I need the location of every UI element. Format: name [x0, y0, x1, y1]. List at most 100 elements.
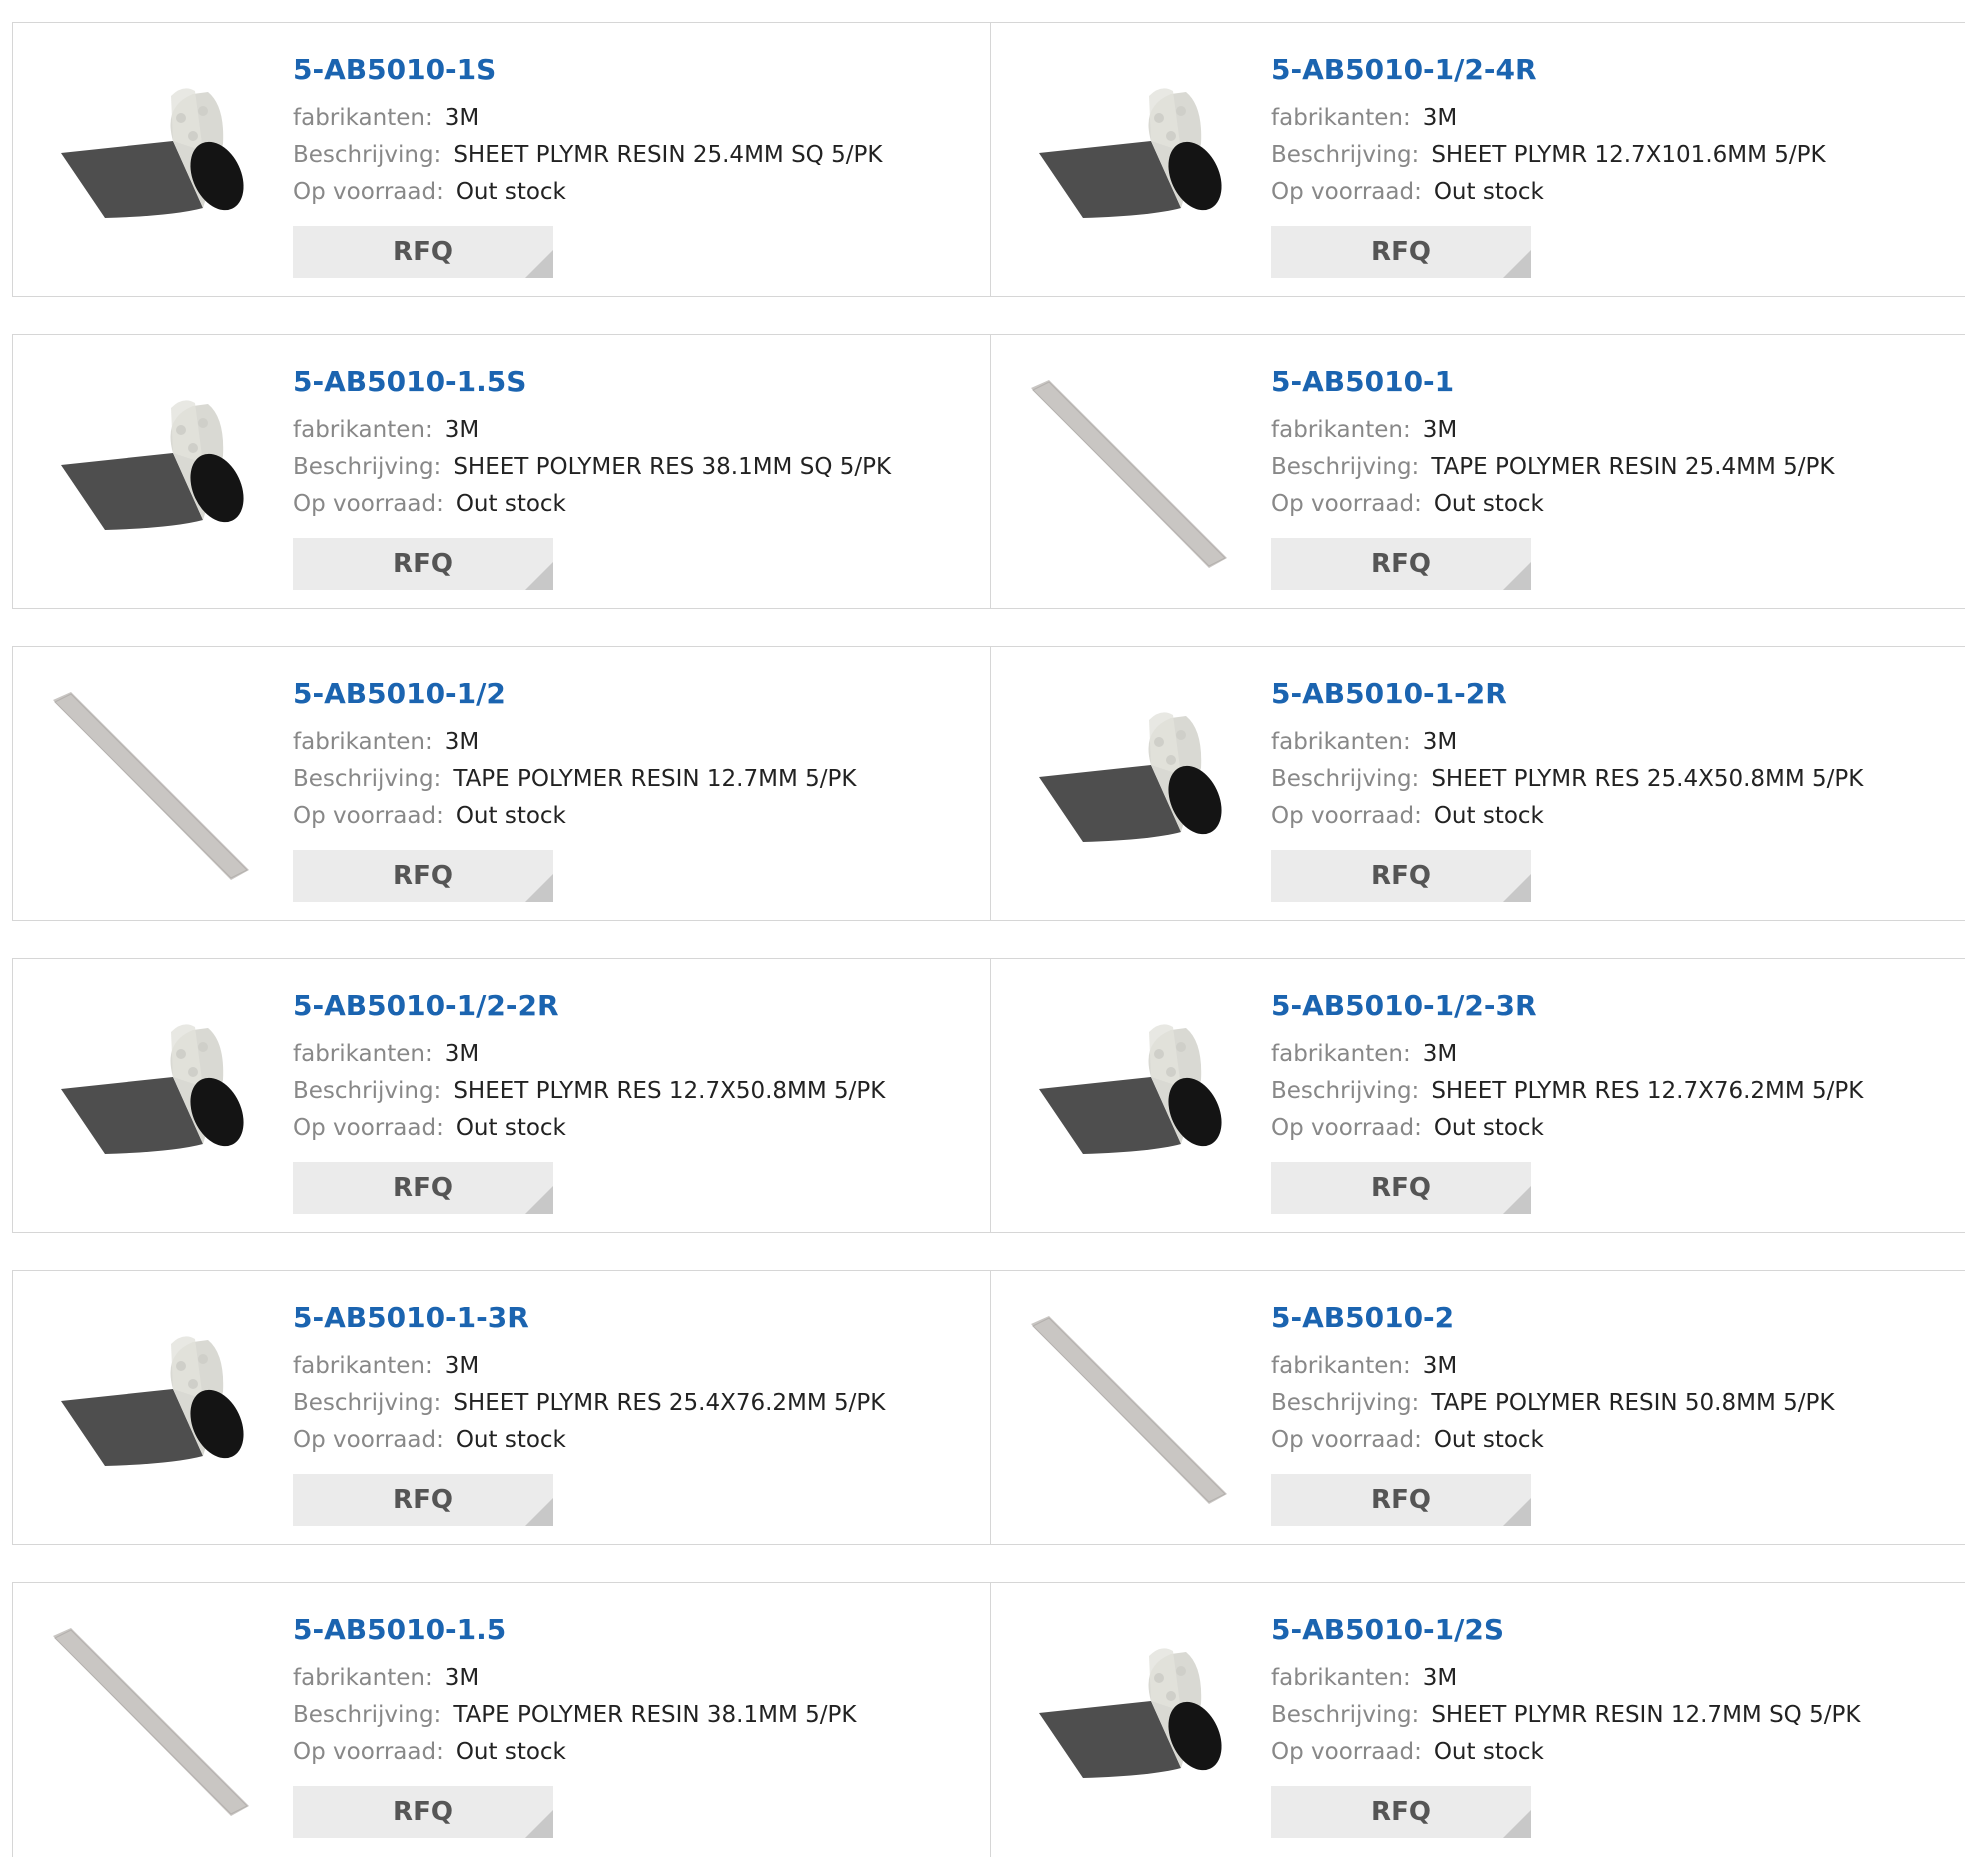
manufacturer-row: fabrikanten: 3M — [1271, 1041, 1457, 1067]
stock-row: Op voorraad: Out stock — [293, 803, 566, 829]
description-row: Beschrijving: TAPE POLYMER RESIN 12.7MM 5… — [293, 766, 856, 792]
rfq-button[interactable]: RFQ — [293, 1474, 553, 1526]
rfq-button-label: RFQ — [1371, 1797, 1431, 1827]
manufacturer-row: fabrikanten: 3M — [1271, 1665, 1457, 1691]
description-label: Beschrijving: — [1271, 454, 1420, 480]
product-card: 5-AB5010-1.5 fabrikanten: 3M Beschrijving: T… — [13, 1583, 989, 1857]
rfq-button[interactable]: RFQ — [1271, 1786, 1531, 1838]
corner-triangle-icon — [525, 1810, 553, 1838]
corner-triangle-icon — [525, 874, 553, 902]
part-number-link[interactable]: 5-AB5010-1.5S — [293, 365, 526, 398]
description-value: SHEET PLYMR RESIN 25.4MM SQ 5/PK — [453, 142, 883, 168]
product-image[interactable] — [53, 680, 257, 884]
part-number-link[interactable]: 5-AB5010-1.5 — [293, 1613, 506, 1646]
stock-row: Op voorraad: Out stock — [1271, 1115, 1544, 1141]
corner-triangle-icon — [1503, 1498, 1531, 1526]
part-number-link[interactable]: 5-AB5010-1/2-4R — [1271, 53, 1537, 86]
product-image[interactable] — [53, 368, 257, 572]
manufacturer-row: fabrikanten: 3M — [293, 1665, 479, 1691]
rfq-button-label: RFQ — [393, 237, 453, 267]
product-image[interactable] — [53, 1304, 257, 1508]
part-number-link[interactable]: 5-AB5010-1/2S — [1271, 1613, 1504, 1646]
product-image[interactable] — [1031, 1616, 1235, 1820]
corner-triangle-icon — [1503, 1186, 1531, 1214]
stock-label: Op voorraad: — [1271, 1115, 1422, 1141]
description-label: Beschrijving: — [293, 1702, 442, 1728]
stock-label: Op voorraad: — [1271, 803, 1422, 829]
manufacturer-label: fabrikanten: — [293, 1041, 433, 1067]
manufacturer-value: 3M — [1422, 105, 1458, 131]
product-image[interactable] — [53, 992, 257, 1196]
rfq-button[interactable]: RFQ — [293, 1786, 553, 1838]
product-image[interactable] — [1031, 1304, 1235, 1508]
part-number-link[interactable]: 5-AB5010-1 — [1271, 365, 1454, 398]
rfq-button[interactable]: RFQ — [293, 538, 553, 590]
part-number-link[interactable]: 5-AB5010-1-3R — [293, 1301, 529, 1334]
rfq-button-label: RFQ — [1371, 237, 1431, 267]
description-row: Beschrijving: TAPE POLYMER RESIN 38.1MM 5… — [293, 1702, 856, 1728]
part-number-link[interactable]: 5-AB5010-1-2R — [1271, 677, 1507, 710]
part-number-link[interactable]: 5-AB5010-1/2-2R — [293, 989, 559, 1022]
manufacturer-value: 3M — [1422, 417, 1458, 443]
manufacturer-label: fabrikanten: — [1271, 1665, 1411, 1691]
manufacturer-value: 3M — [444, 105, 480, 131]
manufacturer-row: fabrikanten: 3M — [293, 105, 479, 131]
description-label: Beschrijving: — [293, 1390, 442, 1416]
product-image[interactable] — [53, 1616, 257, 1820]
stock-value: Out stock — [1433, 491, 1544, 517]
stock-value: Out stock — [455, 803, 566, 829]
corner-triangle-icon — [525, 562, 553, 590]
rfq-button[interactable]: RFQ — [293, 1162, 553, 1214]
description-label: Beschrijving: — [1271, 766, 1420, 792]
product-image[interactable] — [53, 56, 257, 260]
corner-triangle-icon — [525, 1498, 553, 1526]
product-card: 5-AB5010-1-3R fabrikanten: 3M Beschrijving:… — [13, 1271, 989, 1544]
part-number-link[interactable]: 5-AB5010-1/2 — [293, 677, 506, 710]
description-label: Beschrijving: — [1271, 1702, 1420, 1728]
description-value: SHEET PLYMR RES 12.7X76.2MM 5/PK — [1431, 1078, 1864, 1104]
rfq-button[interactable]: RFQ — [293, 850, 553, 902]
manufacturer-value: 3M — [444, 1041, 480, 1067]
part-number-link[interactable]: 5-AB5010-1/2-3R — [1271, 989, 1537, 1022]
stock-row: Op voorraad: Out stock — [293, 1115, 566, 1141]
stock-label: Op voorraad: — [293, 491, 444, 517]
part-number-link[interactable]: 5-AB5010-2 — [1271, 1301, 1454, 1334]
rfq-button-label: RFQ — [393, 1173, 453, 1203]
description-value: TAPE POLYMER RESIN 38.1MM 5/PK — [453, 1702, 857, 1728]
stock-row: Op voorraad: Out stock — [293, 179, 566, 205]
stock-label: Op voorraad: — [1271, 179, 1422, 205]
rfq-button[interactable]: RFQ — [1271, 538, 1531, 590]
rfq-button-label: RFQ — [1371, 1485, 1431, 1515]
stock-label: Op voorraad: — [293, 1427, 444, 1453]
product-row: 5-AB5010-1-3R fabrikanten: 3M Beschrijving:… — [12, 1270, 1965, 1545]
corner-triangle-icon — [525, 250, 553, 278]
stock-value: Out stock — [1433, 1115, 1544, 1141]
description-row: Beschrijving: SHEET PLYMR RES 12.7X50.8MM… — [293, 1078, 885, 1104]
stock-label: Op voorraad: — [1271, 1739, 1422, 1765]
rfq-button[interactable]: RFQ — [1271, 226, 1531, 278]
manufacturer-label: fabrikanten: — [293, 417, 433, 443]
description-row: Beschrijving: SHEET PLYMR 12.7X101.6MM 5/… — [1271, 142, 1826, 168]
product-image[interactable] — [1031, 368, 1235, 572]
description-value: SHEET PLYMR RES 25.4X76.2MM 5/PK — [453, 1390, 886, 1416]
rfq-button[interactable]: RFQ — [1271, 850, 1531, 902]
product-image[interactable] — [1031, 680, 1235, 884]
description-value: SHEET PLYMR RES 12.7X50.8MM 5/PK — [453, 1078, 886, 1104]
description-row: Beschrijving: SHEET PLYMR RES 25.4X76.2MM… — [293, 1390, 885, 1416]
product-image[interactable] — [1031, 992, 1235, 1196]
description-value: SHEET PLYMR 12.7X101.6MM 5/PK — [1431, 142, 1826, 168]
description-row: Beschrijving: SHEET PLYMR RES 12.7X76.2MM… — [1271, 1078, 1863, 1104]
stock-value: Out stock — [455, 491, 566, 517]
part-number-link[interactable]: 5-AB5010-1S — [293, 53, 496, 86]
manufacturer-label: fabrikanten: — [293, 1353, 433, 1379]
rfq-button[interactable]: RFQ — [1271, 1162, 1531, 1214]
description-row: Beschrijving: SHEET PLYMR RES 25.4X50.8MM… — [1271, 766, 1863, 792]
product-card: 5-AB5010-1.5S fabrikanten: 3M Beschrijving:… — [13, 335, 989, 608]
manufacturer-row: fabrikanten: 3M — [293, 1353, 479, 1379]
rfq-button-label: RFQ — [393, 1797, 453, 1827]
description-row: Beschrijving: TAPE POLYMER RESIN 25.4MM 5… — [1271, 454, 1834, 480]
manufacturer-label: fabrikanten: — [293, 729, 433, 755]
rfq-button[interactable]: RFQ — [1271, 1474, 1531, 1526]
rfq-button[interactable]: RFQ — [293, 226, 553, 278]
product-image[interactable] — [1031, 56, 1235, 260]
